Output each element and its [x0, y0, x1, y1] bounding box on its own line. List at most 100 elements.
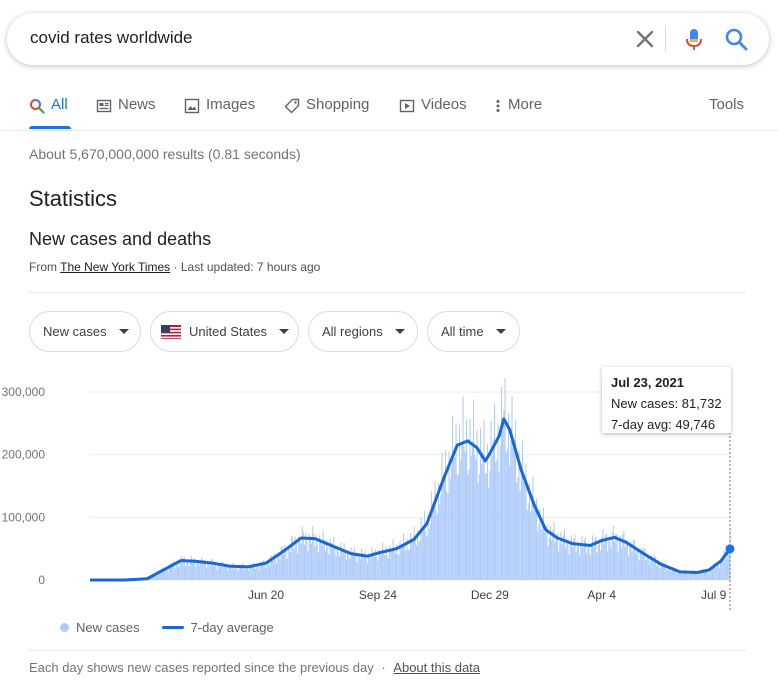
- tab-images[interactable]: Images: [184, 96, 255, 130]
- daily-case-bar: [391, 551, 393, 580]
- daily-case-bar: [567, 539, 569, 580]
- y-tick-label: 300,000: [2, 385, 46, 399]
- search-box[interactable]: covid rates worldwide: [7, 13, 769, 65]
- daily-case-bar: [538, 523, 540, 580]
- daily-case-bar: [185, 566, 187, 580]
- daily-case-bar: [650, 556, 652, 580]
- daily-case-bar: [414, 540, 416, 580]
- daily-case-bar: [174, 567, 176, 580]
- source-link[interactable]: The New York Times: [60, 260, 170, 274]
- tab-more[interactable]: More: [494, 96, 542, 130]
- metric-dropdown[interactable]: New cases: [29, 311, 141, 352]
- chart-tooltip: Jul 23, 2021 New cases: 81,732 7-day avg…: [602, 367, 731, 433]
- daily-case-bar: [176, 561, 178, 580]
- search-icon[interactable]: [722, 25, 750, 53]
- daily-case-bar: [577, 542, 579, 580]
- daily-case-bar: [298, 536, 300, 580]
- image-icon: [184, 98, 200, 114]
- daily-case-bar: [237, 570, 239, 580]
- daily-case-bar: [406, 538, 408, 580]
- daily-case-bar: [181, 562, 183, 580]
- daily-case-bar: [483, 420, 485, 580]
- more-vert-icon: [496, 100, 500, 112]
- statistics-heading: Statistics: [29, 186, 118, 211]
- tab-videos[interactable]: Videos: [399, 96, 467, 130]
- daily-case-bar: [307, 551, 309, 580]
- video-icon: [399, 99, 415, 113]
- tab-shopping[interactable]: Shopping: [284, 96, 369, 130]
- daily-case-bar: [431, 491, 433, 580]
- daily-case-bar: [245, 566, 247, 580]
- daily-case-bar: [208, 561, 210, 580]
- daily-case-bar: [341, 546, 343, 580]
- daily-case-bar: [199, 565, 201, 580]
- daily-case-bar: [277, 554, 279, 580]
- daily-case-bar: [449, 478, 451, 580]
- daily-case-bar: [638, 560, 640, 580]
- country-dropdown[interactable]: United States: [150, 311, 299, 352]
- daily-case-bar: [532, 476, 534, 580]
- source-line: From The New York Times · Last updated: …: [29, 260, 320, 274]
- microphone-icon[interactable]: [680, 25, 708, 53]
- search-tabs: All News Images Shopping Videos More Too…: [0, 88, 778, 131]
- tools-button[interactable]: Tools: [709, 96, 744, 130]
- tab-videos-label: Videos: [421, 96, 467, 113]
- daily-case-bar: [498, 472, 500, 580]
- legend-cases-label: New cases: [76, 620, 140, 635]
- daily-case-bar: [321, 545, 323, 580]
- daily-case-bar: [255, 569, 257, 580]
- daily-case-bar: [336, 545, 338, 580]
- daily-case-bar: [544, 532, 546, 580]
- daily-case-bar: [626, 540, 628, 580]
- tab-all[interactable]: All: [29, 96, 68, 130]
- daily-case-bar: [698, 574, 700, 580]
- daily-case-bar: [551, 540, 553, 580]
- daily-case-bar: [482, 452, 484, 580]
- daily-case-bar: [637, 548, 639, 580]
- daily-case-bar: [568, 553, 570, 580]
- daily-case-bar: [593, 547, 595, 580]
- region-dropdown[interactable]: All regions: [308, 311, 418, 352]
- daily-case-bar: [244, 569, 246, 580]
- daily-case-bar: [195, 567, 197, 580]
- daily-case-bar: [477, 482, 479, 580]
- daily-case-bar: [351, 551, 353, 580]
- daily-case-bar: [548, 537, 550, 580]
- daily-case-bar: [610, 547, 612, 580]
- daily-case-bar: [452, 415, 454, 580]
- daily-case-bar: [475, 459, 477, 580]
- daily-case-bar: [429, 523, 431, 580]
- about-data-link[interactable]: About this data: [393, 660, 480, 675]
- daily-case-bar: [663, 566, 665, 580]
- daily-case-bar: [236, 566, 238, 580]
- daily-case-bar: [216, 569, 218, 580]
- daily-case-bar: [415, 545, 417, 580]
- daily-case-bar: [335, 555, 337, 580]
- daily-case-bar: [496, 459, 498, 580]
- daily-case-bar: [356, 561, 358, 580]
- daily-case-bar: [542, 507, 545, 580]
- daily-case-bar: [196, 562, 198, 580]
- daily-case-bar: [328, 554, 330, 580]
- daily-case-bar: [673, 570, 675, 580]
- daily-case-bar: [230, 568, 232, 580]
- daily-case-bar: [347, 550, 349, 580]
- daily-case-bar: [272, 560, 274, 580]
- time-range-dropdown[interactable]: All time: [427, 311, 520, 352]
- daily-case-bar: [652, 561, 654, 580]
- tooltip-average: 7-day avg: 49,746: [611, 417, 716, 432]
- daily-case-bar: [471, 442, 473, 580]
- daily-case-bar: [207, 563, 209, 580]
- daily-case-bar: [257, 565, 259, 580]
- daily-case-bar: [303, 544, 306, 580]
- daily-case-bar: [506, 448, 508, 580]
- tab-news[interactable]: News: [96, 96, 156, 130]
- daily-case-bar: [601, 536, 603, 580]
- daily-case-bar: [609, 535, 611, 580]
- clear-icon[interactable]: [632, 26, 658, 52]
- daily-case-bar: [425, 530, 427, 580]
- metric-dropdown-label: New cases: [43, 324, 107, 339]
- daily-case-bar: [439, 503, 441, 580]
- search-input[interactable]: covid rates worldwide: [30, 28, 193, 48]
- us-flag-icon: [161, 324, 181, 339]
